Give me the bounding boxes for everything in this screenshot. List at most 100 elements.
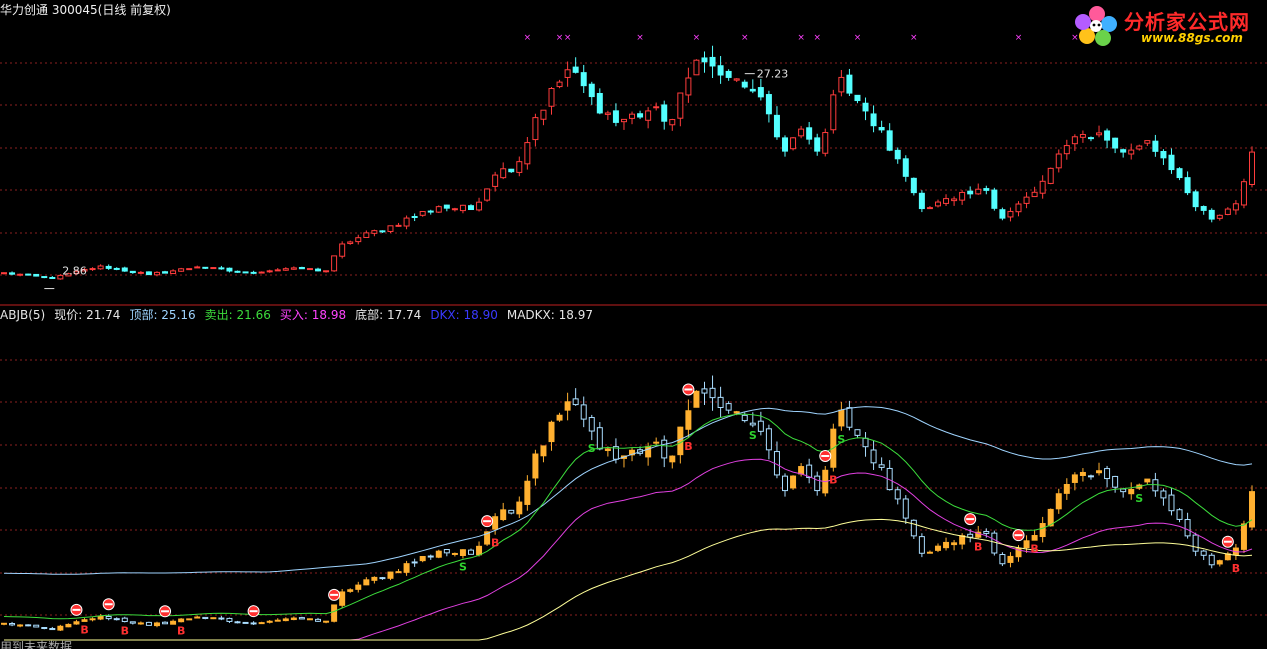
- ind-candle-body-7: [57, 625, 64, 631]
- candle-body-134: [1079, 134, 1086, 138]
- candle-body-101: [814, 137, 821, 152]
- ind-candle-body-23: [186, 618, 193, 621]
- candle-body-17: [137, 271, 144, 274]
- signal-s-20: S: [588, 442, 596, 455]
- ind-candle-body-136: [1096, 470, 1103, 474]
- ind-candle-body-9: [73, 621, 80, 625]
- candle-body-144: [1160, 151, 1167, 159]
- candle-body-72: [580, 72, 587, 87]
- main-chart-title: 华力创通 300045(日线 前复权): [0, 3, 171, 17]
- ind-candle-body-71: [572, 398, 579, 406]
- candle-body-14: [113, 267, 120, 270]
- ind-candle-body-37: [298, 617, 305, 620]
- candle-body-143: [1152, 140, 1159, 152]
- chart-period: (日线 前复权): [97, 3, 171, 17]
- ind-candle-body-1: [9, 623, 16, 626]
- candle-body-115: [926, 207, 933, 210]
- candle-body-123: [991, 189, 998, 209]
- ind-candle-body-82: [661, 439, 668, 459]
- ind-candle-body-5: [41, 627, 48, 630]
- ind-candle-body-69: [556, 414, 563, 421]
- candle-body-18: [145, 271, 152, 276]
- ind-candle-body-127: [1023, 540, 1030, 549]
- chart-canvas[interactable]: × × × × × × × × × × × ×27.232.86B B BBBBB BBSSS SS: [0, 0, 1267, 649]
- ind-candle-body-50: [403, 563, 410, 573]
- ind-candle-body-155: [1249, 491, 1255, 528]
- candle-body-74: [596, 93, 603, 114]
- candle-body-73: [588, 83, 595, 98]
- ind-candle-body-139: [1120, 488, 1127, 493]
- indicator-value-3: 买入: 18.98: [279, 308, 347, 322]
- marker-x-6: ×: [797, 33, 805, 43]
- candle-body-102: [822, 132, 829, 154]
- candle-body-90: [725, 70, 732, 78]
- marker-x-3: ×: [636, 33, 644, 43]
- ind-candle-body-19: [153, 622, 160, 627]
- ind-candle-body-30: [242, 621, 249, 624]
- candle-body-12: [97, 265, 104, 270]
- candle-body-16: [129, 270, 136, 274]
- ind-candle-body-24: [194, 616, 201, 619]
- indicator-value-4: 底部: 17.74: [355, 308, 422, 322]
- ind-candle-body-58: [467, 549, 474, 555]
- ind-candle-body-129: [1039, 523, 1046, 538]
- ind-candle-body-119: [959, 535, 966, 545]
- signal-sell-band-1: [104, 603, 113, 606]
- candle-body-57: [459, 204, 466, 212]
- candle-body-4: [33, 273, 40, 277]
- ind-candle-body-149: [1200, 550, 1207, 556]
- ind-candle-body-51: [411, 561, 418, 564]
- indicator-value-0: 现价: 21.74: [54, 308, 121, 322]
- ind-candle-body-105: [846, 407, 853, 428]
- ind-candle-body-128: [1031, 535, 1038, 541]
- candle-body-0: [1, 272, 7, 275]
- ind-candle-body-57: [459, 549, 466, 556]
- candle-body-151: [1216, 214, 1223, 219]
- candle-body-78: [629, 113, 636, 119]
- candle-body-42: [339, 243, 346, 257]
- marker-x-4: ×: [693, 33, 701, 43]
- candle-body-119: [959, 191, 966, 201]
- ind-candle-body-137: [1104, 468, 1111, 480]
- signal-sell-band-10: [1223, 540, 1232, 543]
- candle-body-138: [1112, 137, 1119, 149]
- candle-body-30: [242, 271, 249, 274]
- ind-candle-body-10: [81, 619, 88, 622]
- ind-candle-body-53: [427, 555, 434, 558]
- candle-body-47: [379, 230, 386, 233]
- candle-body-88: [709, 56, 716, 67]
- indicator-values: 现价: 21.74 顶部: 25.16 卖出: 21.66 买入: 18.98 底部: …: [49, 308, 597, 322]
- candle-body-111: [894, 149, 901, 160]
- site-logo: 分析家公式网 www.88gs.com: [1069, 4, 1259, 48]
- ind-candle-body-11: [89, 618, 96, 621]
- ind-candle-body-18: [145, 621, 152, 626]
- candle-body-63: [508, 168, 515, 173]
- candle-body-129: [1039, 180, 1046, 194]
- ind-candle-body-88: [709, 387, 716, 399]
- signal-sell-band-7: [821, 454, 830, 457]
- ind-candle-body-26: [210, 617, 217, 620]
- ind-candle-body-117: [943, 541, 950, 549]
- ind-candle-body-64: [516, 501, 523, 515]
- ind-candle-body-99: [798, 466, 805, 475]
- ind-candle-body-131: [1055, 493, 1062, 510]
- candle-body-104: [838, 76, 845, 93]
- candle-body-29: [234, 270, 241, 273]
- ind-candle-body-56: [451, 552, 458, 555]
- candle-body-35: [282, 268, 289, 271]
- candle-body-50: [403, 217, 410, 227]
- annotation-label-1: 2.86: [62, 265, 87, 278]
- logo-url: www.88gs.com: [1141, 31, 1243, 45]
- signal-sell-band-0: [72, 608, 81, 611]
- candle-body-155: [1249, 151, 1255, 185]
- candle-body-91: [733, 78, 740, 81]
- ind-candle-body-84: [677, 426, 684, 456]
- signal-sell-band-6: [684, 388, 693, 391]
- ind-candle-body-20: [162, 621, 169, 625]
- candle-body-3: [25, 273, 32, 276]
- candle-body-136: [1096, 132, 1103, 136]
- candle-body-49: [395, 224, 402, 227]
- candle-body-116: [934, 201, 941, 207]
- candle-body-1: [9, 272, 16, 275]
- candle-body-114: [918, 192, 925, 210]
